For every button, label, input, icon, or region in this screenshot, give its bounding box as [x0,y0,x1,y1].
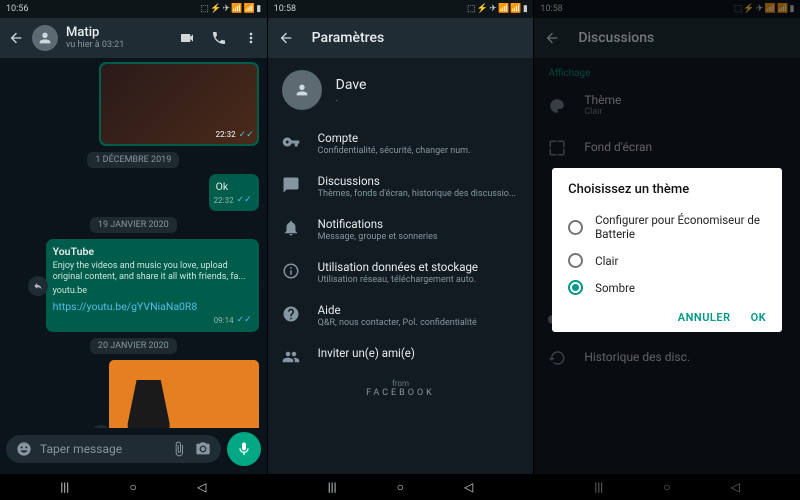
status-time: 10:58 [274,4,296,14]
message-media[interactable]: SUGAR MAN [109,360,259,428]
status-time: 10:56 [6,4,28,14]
ok-button[interactable]: OK [751,311,767,324]
message-text[interactable]: Ok 22:32✓✓ [209,174,259,211]
footer: from FACEBOOK [268,375,534,400]
voice-call-icon[interactable] [211,30,227,46]
chat-body[interactable]: 22:32 ✓✓ 1 DÉCEMBRE 2019 Ok 22:32✓✓ 19 J… [0,58,267,428]
video-call-icon[interactable] [179,30,195,46]
status-bar: 10:56 ⬚ ⚡ ✈ 📶 📶 ▮ [0,0,267,18]
page-title: Paramètres [312,30,385,46]
link-title: YouTube [53,245,252,258]
contact-last-seen: vu hier à 03:21 [66,40,124,50]
nav-recent[interactable]: ||| [60,480,69,494]
emoji-icon[interactable] [16,441,32,457]
radio-icon [568,220,583,235]
nav-back[interactable]: ◁ [464,480,473,494]
radio-icon [568,253,583,268]
attach-icon[interactable] [171,441,187,457]
chat-icon [282,176,300,194]
link-description: Enjoy the videos and music you love, upl… [53,261,252,284]
link-url[interactable]: https://youtu.be/gYVNiaNa0R8 [53,300,252,313]
dialog-overlay[interactable]: Choisissez un thème Configurer pour Écon… [534,0,800,500]
avatar [282,70,322,110]
contact-block[interactable]: Matip vu hier à 03:21 [66,26,124,50]
theme-option-light[interactable]: Clair [568,247,766,274]
message-link-preview[interactable]: YouTube Enjoy the videos and music you l… [46,239,259,331]
mic-button[interactable] [227,432,261,466]
theme-option-battery[interactable]: Configurer pour Économiseur de Batterie [568,207,766,247]
forward-icon[interactable] [91,425,111,428]
status-bar: 10:58 ⬚ ⚡ ✈ 📶 📶 ▮ [268,0,534,18]
settings-item-invite[interactable]: Inviter un(e) ami(e) [268,337,534,375]
dialog-title: Choisissez un thème [568,182,766,197]
key-icon [282,133,300,151]
date-separator: 19 JANVIER 2020 [90,217,177,233]
nav-back[interactable]: ◁ [197,480,206,494]
settings-screen: 10:58 ⬚ ⚡ ✈ 📶 📶 ▮ Paramètres Dave . Comp… [267,0,534,500]
theme-option-dark[interactable]: Sombre [568,274,766,301]
settings-header: Paramètres [268,18,534,58]
settings-item-data[interactable]: Utilisation données et stockageUtilisati… [268,251,534,294]
profile-name: Dave [336,77,367,93]
android-navbar: ||| ○ ◁ [268,474,534,500]
more-icon[interactable] [243,30,259,46]
status-icons: ⬚ ⚡ ✈ 📶 📶 ▮ [467,4,527,14]
status-icons: ⬚ ⚡ ✈ 📶 📶 ▮ [200,4,260,14]
chat-input-bar: Taper message [0,428,267,474]
chat-header: Matip vu hier à 03:21 [0,18,267,58]
nav-home[interactable]: ○ [129,480,136,494]
cancel-button[interactable]: ANNULER [678,311,731,324]
input-placeholder: Taper message [40,442,163,456]
discussions-screen: 10:58 ⬚ ⚡ ✈ 📶 📶 ▮ Discussions Affichage … [533,0,800,500]
message-input[interactable]: Taper message [6,435,221,463]
android-navbar: ||| ○ ◁ [0,474,267,500]
date-separator: 1 DÉCEMBRE 2019 [87,152,179,168]
message-image[interactable]: 22:32 ✓✓ [99,62,259,146]
forward-icon[interactable] [28,276,48,296]
chat-screen: 10:56 ⬚ ⚡ ✈ 📶 📶 ▮ Matip vu hier à 03:21 … [0,0,267,500]
camera-icon[interactable] [195,441,211,457]
back-icon[interactable] [278,30,294,46]
contact-name: Matip [66,26,124,40]
nav-home[interactable]: ○ [397,480,404,494]
link-domain: youtu.be [53,286,252,297]
radio-icon [568,280,583,295]
help-icon [282,305,300,323]
back-icon[interactable] [8,30,24,46]
settings-item-help[interactable]: AideQ&R, nous contacter, Pol. confidenti… [268,294,534,337]
profile-row[interactable]: Dave . [268,58,534,122]
profile-status: . [336,94,367,104]
theme-dialog: Choisissez un thème Configurer pour Écon… [552,168,782,332]
settings-item-account[interactable]: CompteConfidentialité, sécurité, changer… [268,122,534,165]
settings-item-chats[interactable]: DiscussionsThèmes, fonds d'écran, histor… [268,165,534,208]
bell-icon [282,219,300,237]
people-icon [282,348,300,366]
avatar[interactable] [32,25,58,51]
data-icon [282,262,300,280]
nav-recent[interactable]: ||| [328,480,337,494]
settings-item-notifications[interactable]: NotificationsMessage, groupe et sonnerie… [268,208,534,251]
date-separator: 20 JANVIER 2020 [90,338,177,354]
